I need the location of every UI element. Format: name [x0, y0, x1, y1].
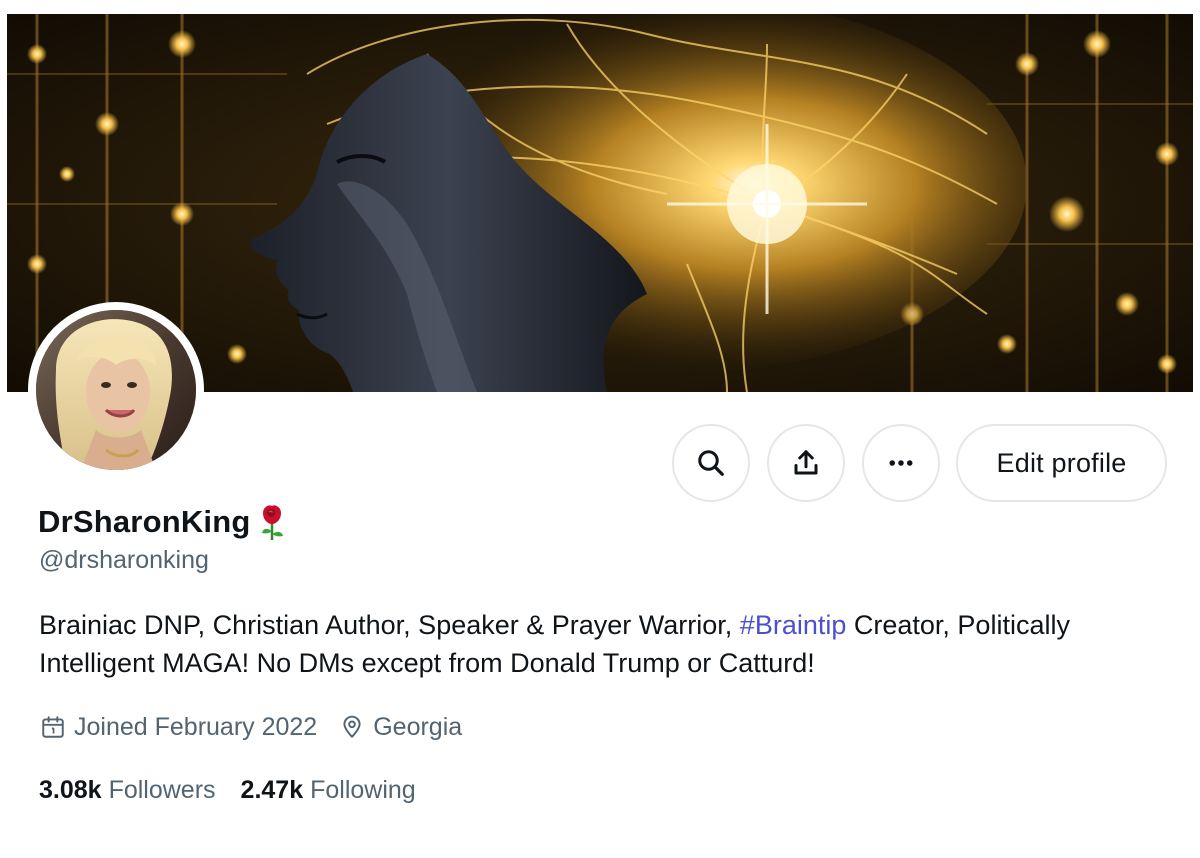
profile-meta: Joined February 2022 Georgia — [40, 708, 462, 746]
display-name-row: DrSharonKing — [38, 500, 289, 544]
avatar-image — [36, 310, 196, 470]
calendar-icon — [42, 716, 64, 738]
more-icon — [889, 460, 913, 466]
edit-profile-button[interactable]: Edit profile — [956, 424, 1167, 502]
avatar[interactable] — [28, 302, 204, 478]
follow-stats: 3.08k Followers 2.47k Following — [39, 771, 416, 809]
following-label: Following — [310, 775, 416, 804]
joined-text: Joined February 2022 — [74, 712, 318, 741]
search-icon — [698, 450, 724, 476]
rose-icon — [261, 505, 283, 540]
handle: @drsharonking — [39, 546, 209, 574]
bio: Brainiac DNP, Christian Author, Speaker … — [39, 606, 1179, 682]
search-button[interactable] — [672, 424, 750, 502]
hashtag-link[interactable]: #Braintip — [740, 610, 847, 640]
followers-count: 3.08k — [39, 775, 102, 804]
joined-date: Joined February 2022 — [40, 713, 317, 742]
display-name: DrSharonKing — [38, 504, 251, 539]
followers-link[interactable]: 3.08k Followers — [39, 776, 216, 805]
location: Georgia — [339, 713, 462, 742]
location-text: Georgia — [373, 712, 463, 741]
share-button[interactable] — [767, 424, 845, 502]
following-count: 2.47k — [240, 775, 304, 804]
share-icon — [794, 450, 818, 475]
more-button[interactable] — [862, 424, 940, 502]
following-link[interactable]: 2.47k Following — [241, 776, 416, 805]
profile-page: Edit profile DrSharonKing @drsharonking … — [0, 0, 1200, 858]
location-pin-icon — [343, 715, 361, 738]
followers-label: Followers — [108, 775, 216, 804]
bio-text-1: Brainiac DNP, Christian Author, Speaker … — [39, 610, 740, 640]
